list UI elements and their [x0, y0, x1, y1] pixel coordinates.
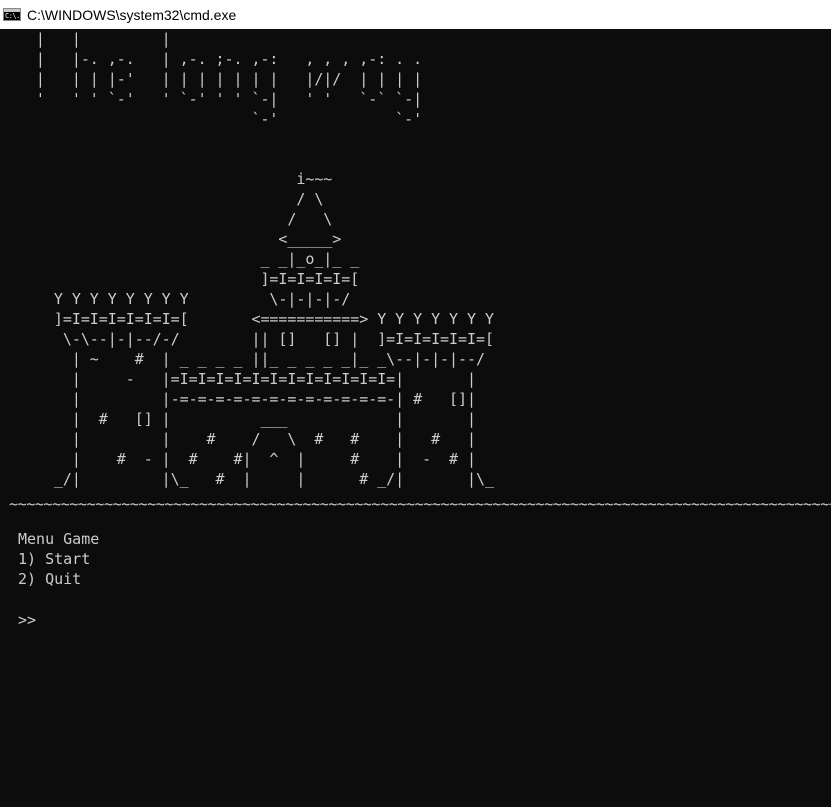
separator-line: ~~~~~~~~~~~~~~~~~~~~~~~~~~~~~~~~~~~~~~~~… [9, 495, 831, 513]
cmd-window: C:\. C:\WINDOWS\system32\cmd.exe | | | |… [0, 0, 831, 807]
window-title: C:\WINDOWS\system32\cmd.exe [27, 6, 237, 23]
cmd-icon[interactable]: C:\. [3, 8, 21, 21]
game-menu: Menu Game 1) Start 2) Quit [18, 529, 99, 589]
input-prompt[interactable]: >> [18, 610, 36, 630]
console-output[interactable]: | | | | |-. ,-. | ,-. ;-. ,-: , , , ,-: … [0, 29, 831, 807]
menu-option-start: 1) Start [18, 550, 91, 568]
ascii-art-castle: | | | | |-. ,-. | ,-. ;-. ,-: , , , ,-: … [35, 30, 494, 488]
cmd-icon-label: C:\. [5, 12, 20, 20]
menu-title: Menu Game [18, 530, 100, 548]
title-bar[interactable]: C:\. C:\WINDOWS\system32\cmd.exe [0, 0, 831, 29]
menu-option-quit: 2) Quit [18, 570, 82, 588]
